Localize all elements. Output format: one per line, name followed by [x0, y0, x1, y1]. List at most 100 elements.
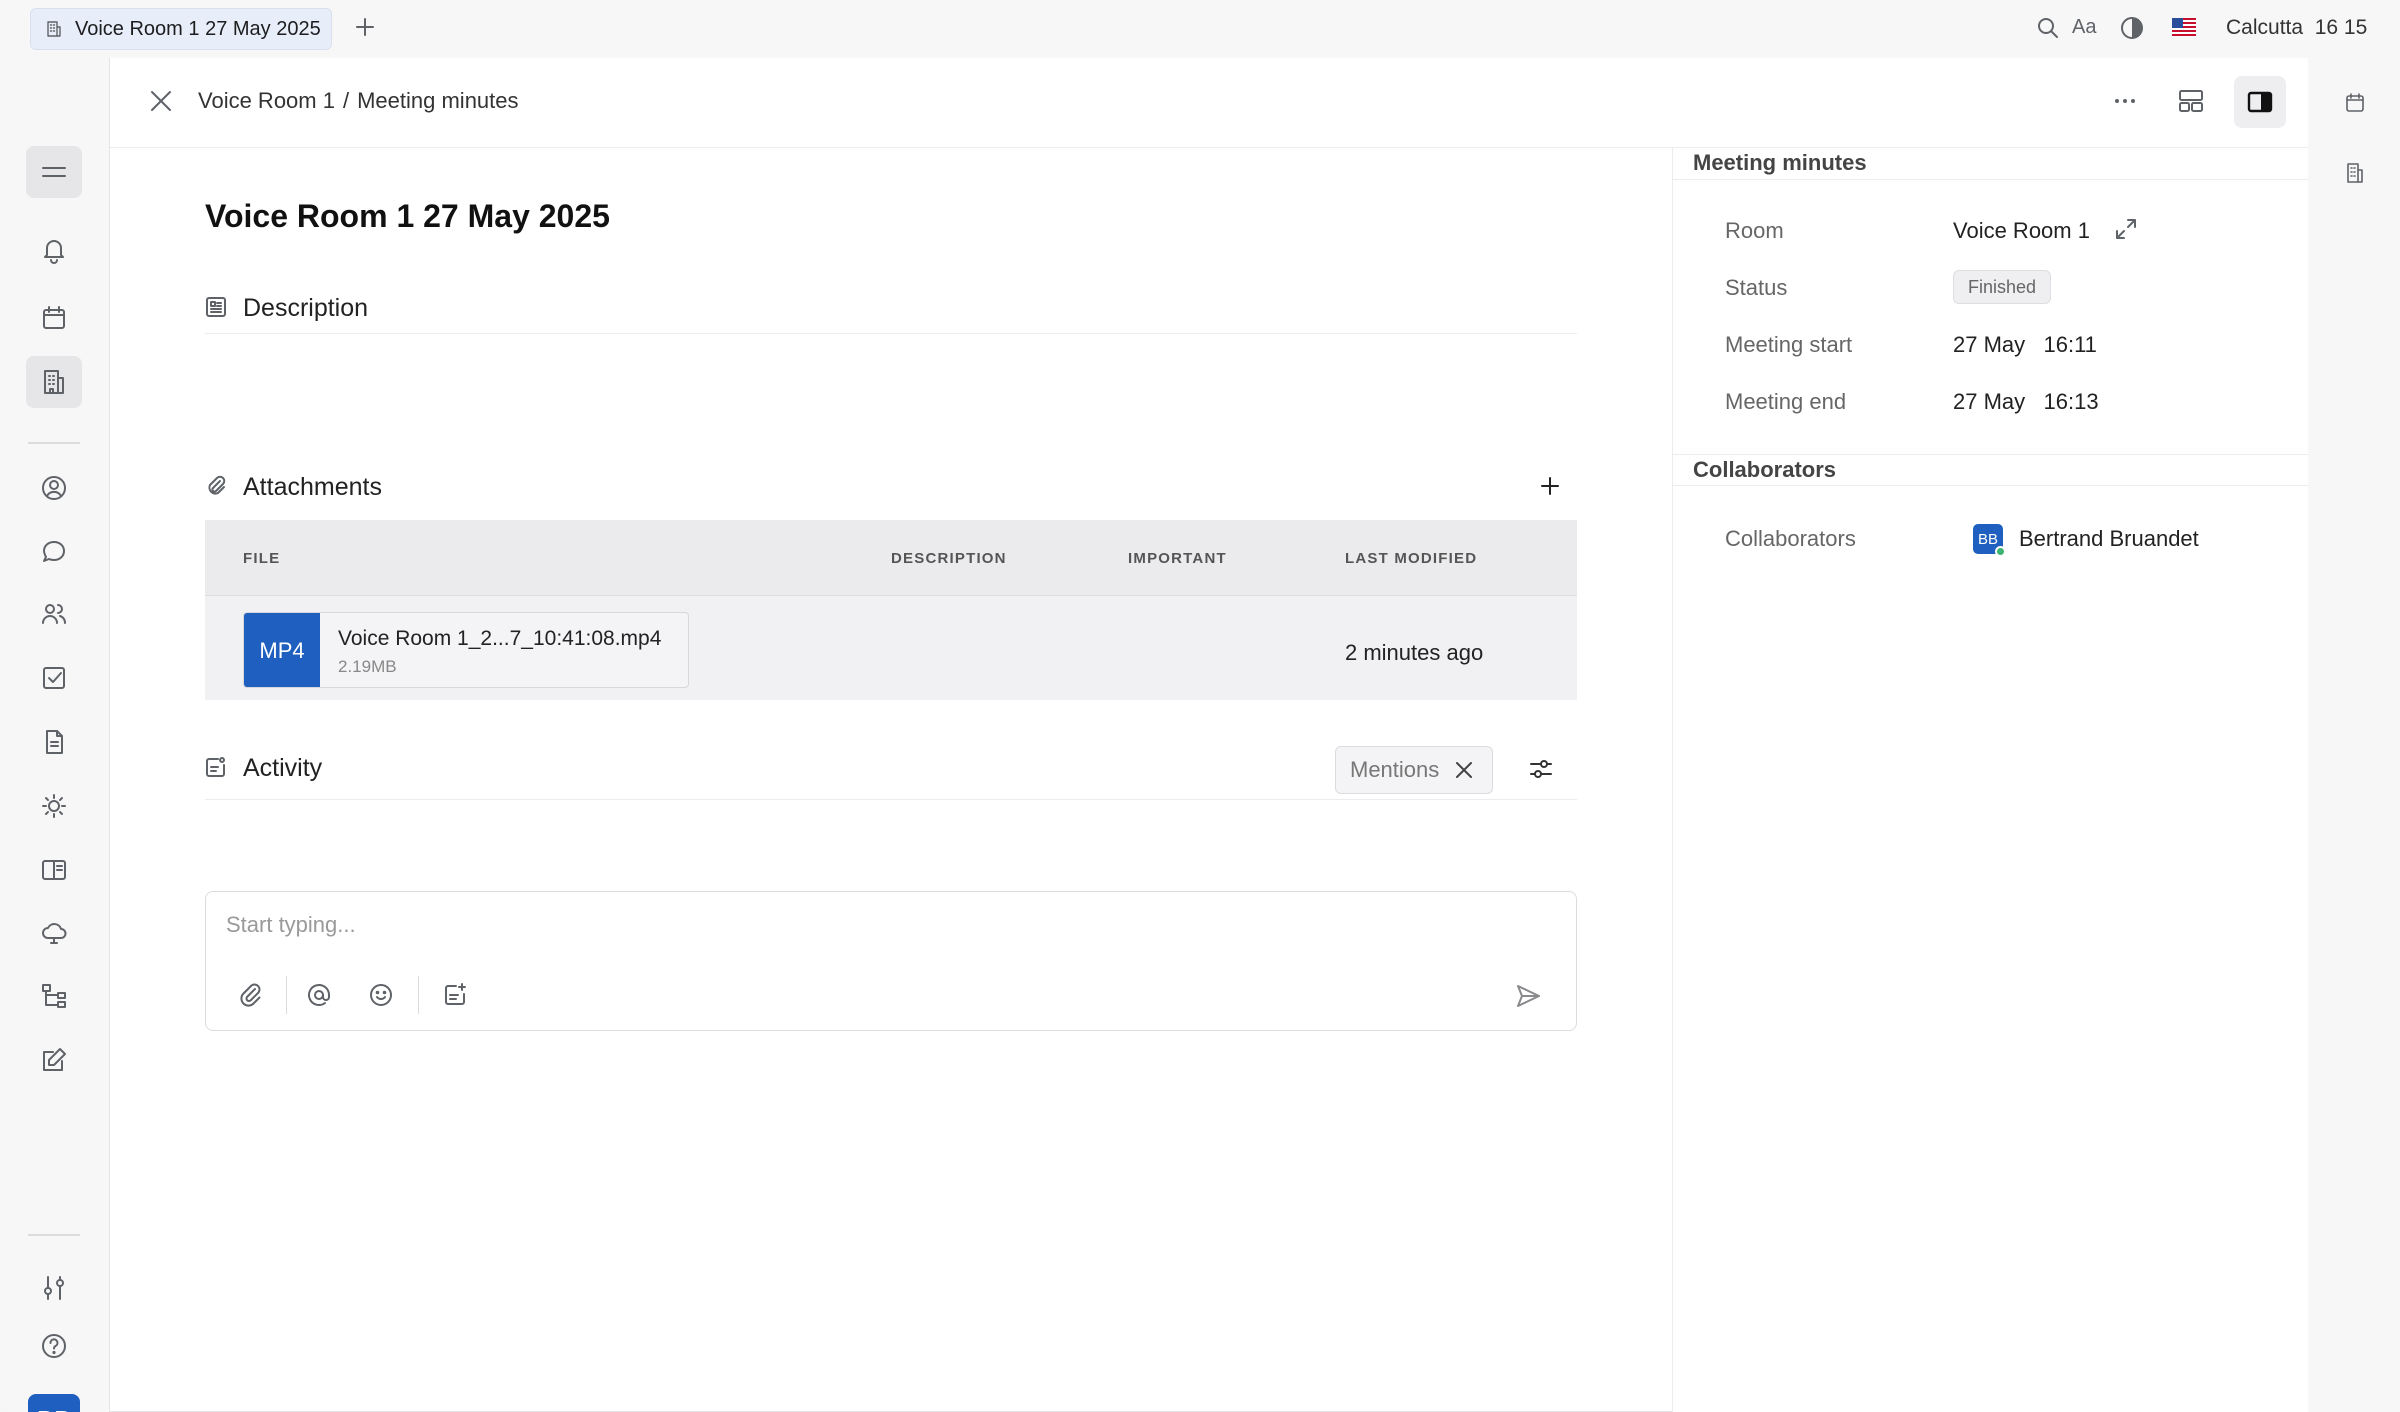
theme-toggle-icon[interactable]: [2120, 16, 2144, 40]
people-icon: [40, 600, 68, 628]
clock-city: Calcutta: [2226, 16, 2304, 39]
column-header-last-modified[interactable]: LAST MODIFIED: [1345, 550, 1477, 567]
file-last-modified: 2 minutes ago: [1345, 640, 1484, 665]
left-navigation: N BB: [0, 58, 110, 1412]
calendar-icon: [40, 304, 68, 332]
comment-input[interactable]: [226, 912, 1526, 938]
add-attachment-button[interactable]: [1537, 473, 1563, 499]
message-plus-icon: [442, 982, 468, 1008]
nav-hierarchy[interactable]: [26, 970, 82, 1022]
meeting-end-time: 16:13: [2043, 389, 2099, 414]
status-label: Status: [1725, 275, 1788, 300]
menu-toggle-button[interactable]: [26, 146, 82, 198]
collaborator-avatar[interactable]: BB: [1973, 524, 2006, 557]
checkbox-icon: [40, 664, 68, 692]
attach-file-button[interactable]: [238, 982, 264, 1008]
more-horizontal-icon: [2112, 88, 2138, 114]
collaborator-name[interactable]: Bertrand Bruandet: [2019, 526, 2199, 552]
attachment-file[interactable]: MP4 Voice Room 1_2...7_10:41:08.mp4 2.19…: [243, 612, 689, 688]
meeting-end-value[interactable]: 27 May 16:13: [1953, 389, 2099, 415]
nav-help[interactable]: [26, 1320, 82, 1372]
meeting-minutes-section-header: Meeting minutes: [1673, 148, 2309, 180]
meeting-start-label: Meeting start: [1725, 332, 1853, 357]
status-badge[interactable]: Finished: [1953, 270, 2052, 304]
description-editor[interactable]: [205, 348, 1577, 458]
hamburger-icon: [40, 162, 68, 182]
nav-recruiting[interactable]: [26, 588, 82, 640]
right-rail: [2308, 58, 2400, 1412]
nav-chat[interactable]: [26, 526, 82, 578]
close-icon: [146, 86, 176, 116]
send-icon: [1514, 982, 1542, 1010]
meeting-start-value[interactable]: 27 May 16:11: [1953, 332, 2097, 358]
breadcrumb-room[interactable]: Voice Room 1: [198, 88, 335, 114]
paperclip-icon: [238, 982, 264, 1008]
nav-office[interactable]: [26, 356, 82, 408]
smile-icon: [368, 982, 394, 1008]
add-template-button[interactable]: [442, 982, 468, 1008]
mention-button[interactable]: [306, 982, 332, 1008]
nav-contacts[interactable]: [26, 462, 82, 514]
nav-drive[interactable]: [26, 906, 82, 958]
font-size-button[interactable]: Aa: [2072, 16, 2096, 39]
collaborator-initials: BB: [1977, 530, 1998, 548]
more-options-button[interactable]: [2112, 88, 2138, 114]
activity-filter-button[interactable]: [1528, 756, 1554, 782]
search-icon[interactable]: [2036, 16, 2060, 40]
nav-notifications[interactable]: [26, 224, 82, 276]
add-tab-button[interactable]: [352, 14, 378, 40]
details-sidebar: Meeting minutes Room Voice Room 1 Status…: [1672, 148, 2309, 1412]
file-name[interactable]: Voice Room 1_2...7_10:41:08.mp4: [338, 627, 661, 651]
nav-settings[interactable]: [26, 1262, 82, 1314]
page-title[interactable]: Voice Room 1 27 May 2025: [205, 198, 610, 235]
document-header: Voice Room 1 / Meeting minutes: [110, 58, 2308, 148]
attachments-table: FILE DESCRIPTION IMPORTANT LAST MODIFIED…: [205, 520, 1577, 700]
column-header-description[interactable]: DESCRIPTION: [891, 550, 1007, 567]
open-room-button[interactable]: [2113, 216, 2139, 242]
nav-calendar[interactable]: [26, 292, 82, 344]
send-button[interactable]: [1514, 982, 1542, 1010]
activity-heading: Activity: [243, 754, 323, 782]
room-value[interactable]: Voice Room 1: [1953, 218, 2090, 244]
nav-knowledge[interactable]: [26, 844, 82, 896]
nav-sun[interactable]: [26, 780, 82, 832]
attachments-section-header: Attachments: [205, 465, 1577, 513]
collaborators-heading: Collaborators: [1693, 457, 1837, 482]
breadcrumb-current: Meeting minutes: [357, 88, 519, 113]
emoji-button[interactable]: [368, 982, 394, 1008]
layout-icon: [2176, 86, 2206, 116]
world-clock[interactable]: Calcutta 16 15: [2226, 16, 2367, 40]
document-icon: [40, 728, 68, 756]
breadcrumb-separator: /: [342, 88, 350, 113]
close-icon[interactable]: [1453, 759, 1475, 781]
meeting-start-date: 27 May: [1953, 332, 2026, 357]
rail-office-button[interactable]: [2344, 162, 2366, 184]
sidebar-toggle-button[interactable]: [2234, 76, 2286, 128]
nav-edit[interactable]: [26, 1034, 82, 1086]
close-button[interactable]: [146, 86, 176, 116]
description-icon: [205, 296, 227, 318]
nav-tasks[interactable]: [26, 652, 82, 704]
layout-toggle-button[interactable]: [2176, 86, 2206, 116]
column-header-file[interactable]: FILE: [243, 550, 280, 567]
us-flag-icon[interactable]: [2172, 18, 2196, 36]
mentions-filter-chip[interactable]: Mentions: [1335, 746, 1493, 794]
rail-calendar-button[interactable]: [2344, 92, 2366, 114]
office-building-icon: [40, 368, 68, 396]
column-header-important[interactable]: IMPORTANT: [1128, 550, 1227, 567]
tab-label: Voice Room 1 27 May 2025: [75, 17, 321, 40]
room-label: Room: [1725, 218, 1784, 243]
meeting-end-date: 27 May: [1953, 389, 2026, 414]
breadcrumb: Voice Room 1 / Meeting minutes: [198, 88, 519, 114]
user-avatar[interactable]: BB: [28, 1394, 80, 1412]
expand-icon: [2113, 216, 2139, 242]
cloud-icon: [40, 918, 68, 946]
avatar-initials: BB: [37, 1405, 72, 1412]
tab-voice-room[interactable]: Voice Room 1 27 May 2025: [30, 8, 332, 50]
nav-documents[interactable]: [26, 716, 82, 768]
toolbar-divider: [286, 976, 287, 1014]
bell-icon: [40, 236, 68, 264]
sun-icon: [40, 792, 68, 820]
sliders-icon: [40, 1274, 68, 1302]
office-icon: [47, 21, 61, 37]
